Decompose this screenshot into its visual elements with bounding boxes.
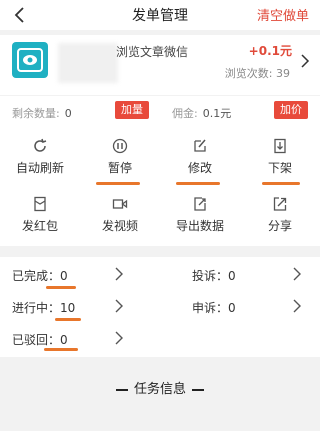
remaining-qty: 剩余数量: 0 [12, 107, 72, 120]
section-title-text: 任务信息 [133, 382, 186, 397]
delist-icon [274, 138, 286, 154]
action-label: 下架 [267, 161, 292, 175]
auto-refresh-action[interactable]: 自动刷新 [0, 138, 80, 188]
chevron-right-icon[interactable] [293, 267, 301, 281]
share-action[interactable]: 分享 [240, 196, 320, 246]
chevron-right-icon[interactable] [115, 331, 123, 345]
clear-orders-button[interactable]: 清空做单 [257, 5, 309, 24]
remaining-value: 0 [64, 107, 72, 120]
in-progress-count[interactable]: 进行中：10 [12, 299, 75, 316]
stats-row: 剩余数量: 0 加量 佣金: 0.1元 加价 [0, 96, 320, 126]
action-grid: 自动刷新 暂停 修改 下架 发红包 发视频 导出数据 分享 [0, 126, 320, 246]
rejected-count[interactable]: 已驳回：0 [12, 331, 68, 348]
section-title: 任务信息 [0, 378, 320, 397]
highlight-underline [46, 286, 76, 289]
delist-action[interactable]: 下架 [240, 138, 320, 188]
highlight-underline [55, 318, 81, 321]
add-price-button[interactable]: 加价 [274, 101, 308, 119]
action-label: 发视频 [101, 219, 138, 233]
appeal-count[interactable]: 申诉：0 [192, 299, 236, 316]
highlight-underline [176, 182, 220, 185]
eye-icon [17, 48, 43, 72]
action-label: 暂停 [107, 161, 132, 175]
highlight-underline [96, 182, 140, 185]
task-price: +0.1元 [248, 44, 292, 58]
action-label: 修改 [187, 161, 212, 175]
red-packet-icon [34, 196, 46, 212]
edit-action[interactable]: 修改 [160, 138, 240, 188]
edit-icon [194, 139, 206, 152]
chevron-right-icon[interactable] [115, 267, 123, 281]
remaining-label: 剩余数量 [12, 107, 56, 120]
divider [192, 388, 204, 391]
task-title: 浏览文章微信 [116, 45, 189, 59]
export-icon [194, 197, 206, 211]
commission-value: 0.1元 [202, 107, 232, 120]
complaint-count[interactable]: 投诉：0 [192, 267, 236, 284]
action-label: 导出数据 [175, 219, 224, 233]
action-label: 自动刷新 [15, 161, 64, 175]
refresh-icon [34, 138, 47, 152]
red-packet-action[interactable]: 发红包 [0, 196, 80, 246]
commission-label: 佣金 [172, 107, 194, 120]
highlight-underline [262, 182, 300, 185]
pause-action[interactable]: 暂停 [80, 138, 160, 188]
chevron-right-icon[interactable] [293, 299, 301, 313]
view-count: 浏览次数: 39 [224, 67, 290, 80]
divider [115, 388, 128, 391]
export-data-action[interactable]: 导出数据 [160, 196, 240, 246]
video-icon [112, 199, 128, 209]
top-bar: 发单管理 清空做单 [0, 0, 320, 30]
completed-count[interactable]: 已完成：0 [12, 267, 68, 284]
chevron-right-icon[interactable] [115, 299, 123, 313]
action-label: 发红包 [21, 219, 58, 233]
share-icon [273, 197, 287, 211]
highlight-underline [44, 348, 78, 351]
action-label: 分享 [267, 219, 292, 233]
video-action[interactable]: 发视频 [80, 196, 160, 246]
app-icon [12, 42, 48, 78]
status-panel: 已完成：0 投诉：0 进行中：10 申诉：0 已驳回：0 [0, 257, 320, 357]
blurred-text [58, 43, 118, 83]
chevron-right-icon[interactable] [300, 53, 310, 69]
task-card[interactable]: 浏览文章微信 +0.1元 浏览次数: 39 [0, 35, 320, 95]
add-quantity-button[interactable]: 加量 [115, 101, 149, 119]
commission: 佣金: 0.1元 [172, 107, 232, 120]
pause-icon [112, 138, 128, 154]
